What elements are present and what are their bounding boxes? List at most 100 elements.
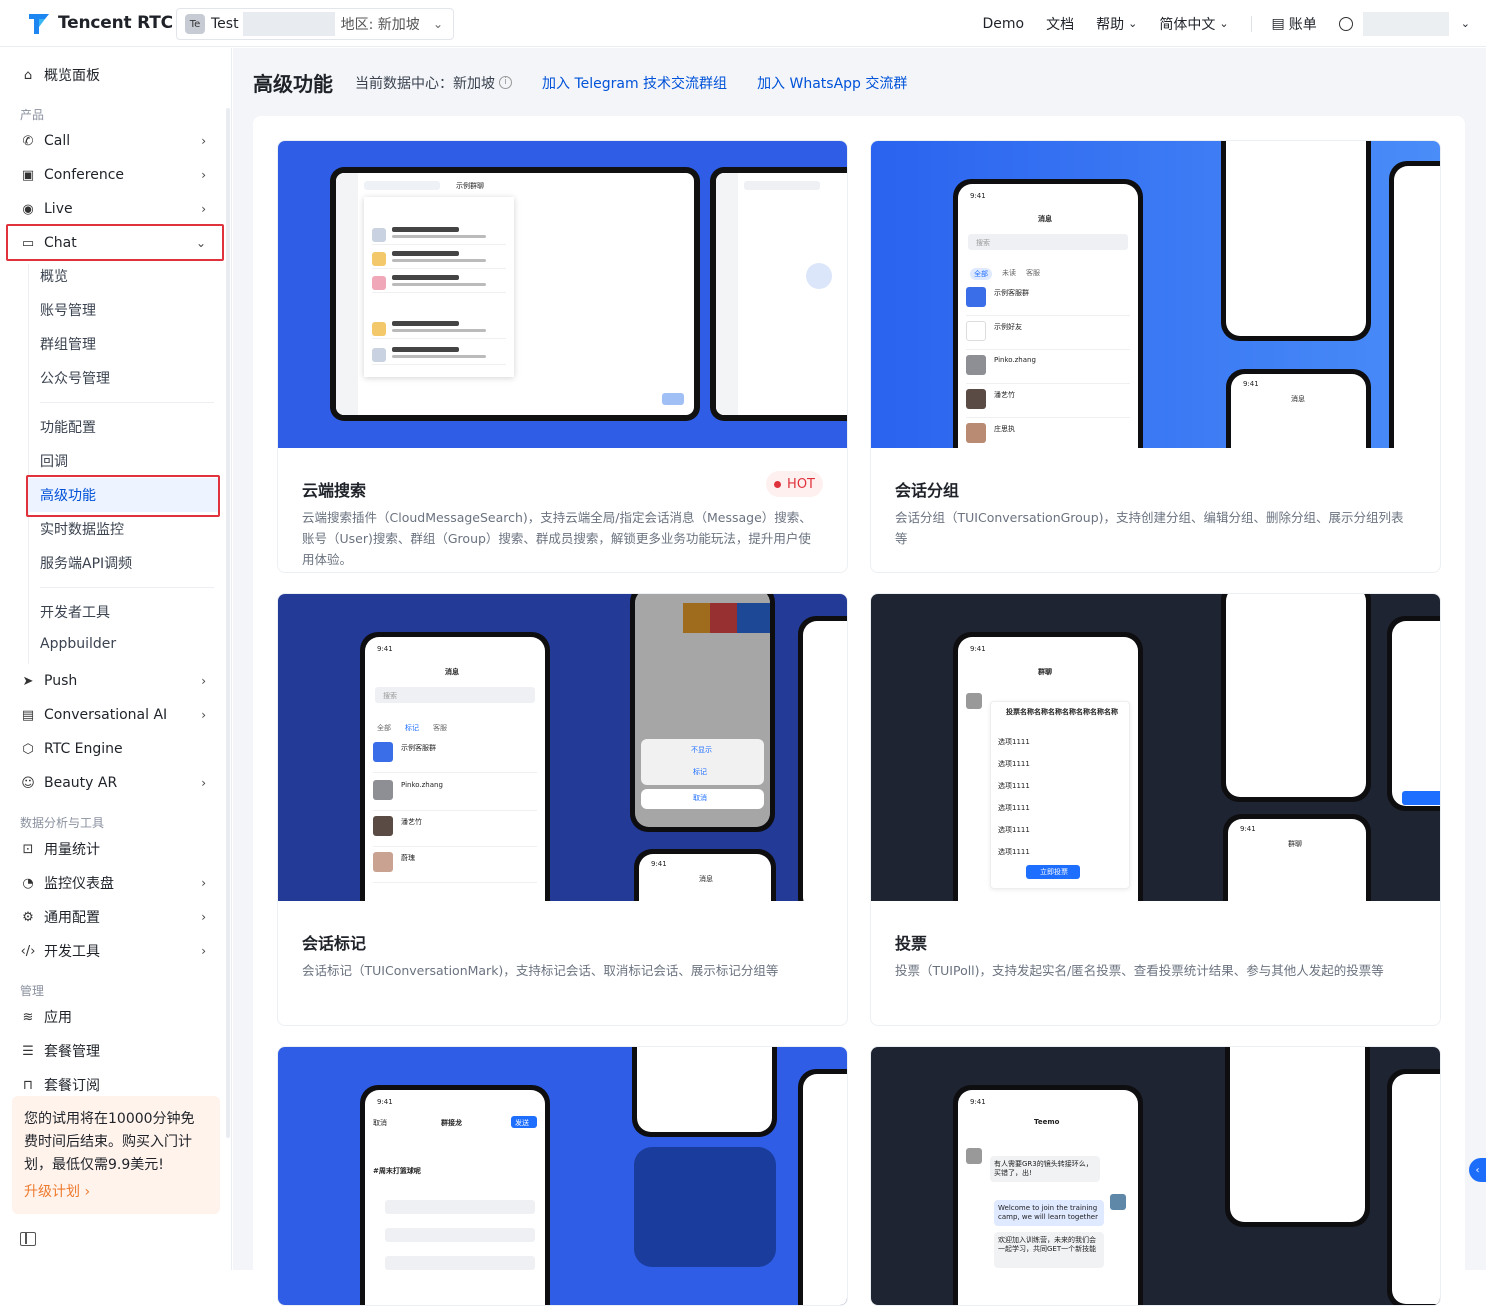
sidebar-item-label: 通用配置 [44,907,100,927]
side-float-chevron-icon[interactable]: ‹ [1469,1158,1486,1182]
chat-sub-devtools[interactable]: 开发者工具 [40,602,110,622]
jielong-title: 群接龙 [441,1118,462,1128]
sidebar-item-conversational-ai[interactable]: ▤Conversational AI› [20,700,216,730]
chevron-down-icon: ⌄ [433,17,443,31]
info-icon[interactable]: i [499,76,512,89]
brand-logo[interactable]: Tencent RTC [26,10,173,36]
sidebar-scrollbar[interactable] [226,108,230,1138]
poll-option: 选项1111 [998,847,1030,857]
phone-time: 9:41 [970,645,986,653]
jielong-send: 发送 [515,1118,529,1128]
contact-name: 示例客服群 [401,743,436,753]
contact-name: 示例好友 [994,322,1022,332]
poll-option: 选项1111 [998,759,1030,769]
telegram-link[interactable]: 加入 Telegram 技术交流群组 [542,73,727,93]
upgrade-label: 升级计划 [24,1184,80,1200]
datacenter-label: 当前数据中心：新加坡 [355,73,495,93]
phone-mockup-3: 9:41 消息 [634,849,776,901]
sidebar-item-packages[interactable]: ☰套餐管理 [20,1036,216,1066]
nav-language[interactable]: 简体中文⌄ [1159,14,1228,34]
sidebar-item-live[interactable]: ◉Live› [20,194,216,224]
sidebar-item-apps[interactable]: ≋应用 [20,1002,216,1032]
redacted-username[interactable] [1363,12,1449,36]
sidebar-item-rtc-engine[interactable]: ⬡RTC Engine [20,734,216,764]
cube-icon: ⬡ [20,741,36,757]
chat-sub-config[interactable]: 功能配置 [40,417,96,437]
app-name: Test [211,16,239,32]
sidebar-item-general-config[interactable]: ⚙通用配置› [20,902,216,932]
nav-docs[interactable]: 文档 [1046,14,1074,34]
highlight-chat [6,224,224,261]
chat-sub-overview[interactable]: 概览 [40,266,68,286]
chevron-right-icon: › [201,776,206,790]
poll-option: 选项1111 [998,781,1030,791]
phone-tab-unread: 未读 [1002,268,1016,278]
collapse-sidebar-icon[interactable] [20,1232,36,1246]
upgrade-link[interactable]: 升级计划 › [24,1181,208,1204]
chat-sub-official[interactable]: 公众号管理 [40,368,110,388]
phone-tab-all: 全部 [970,268,992,280]
sidebar-item-push[interactable]: ➤Push› [20,666,216,696]
feature-card-conversation-group[interactable]: 9:41 消息 搜索 全部 未读 客服 示例客服群 示例好友 Pinko.zha… [870,140,1441,573]
sidebar-item-label: 监控仪表盘 [44,873,114,893]
page-header: 高级功能 当前数据中心：新加坡 i 加入 Telegram 技术交流群组 加入 … [253,68,907,97]
chat-sub-appbuilder[interactable]: Appbuilder [40,636,116,652]
conversation-group-preview: 9:41 消息 搜索 全部 未读 客服 示例客服群 示例好友 Pinko.zha… [871,141,1441,448]
phone-title: 消息 [445,667,459,677]
sheet-mark: 标记 [693,767,707,777]
sidebar-item-call[interactable]: ✆Call› [20,126,216,156]
code-icon: ‹/› [20,943,36,959]
phone-mockup-3: 9:41 群聊 [1223,814,1371,901]
feature-card-poll[interactable]: 9:41 群聊 投票名称名称名称名称名称名称名称 选项1111 选项1111 选… [870,593,1441,1026]
chat-message: 欢迎加入训练营，未来的我们会一起学习，共同GET一个新技能 [998,1236,1102,1254]
nav-help[interactable]: 帮助⌄ [1096,14,1137,34]
chevron-down-icon: ⌄ [1128,17,1137,30]
chat-sub-api-freq[interactable]: 服务端API调频 [40,553,132,573]
chat-sub-accounts[interactable]: 账号管理 [40,300,96,320]
conversation-mark-preview: 9:41 消息 搜索 全部 标记 客服 示例客服群 Pinko.zhang 潘艺… [278,594,848,901]
phone-mockup: 9:41 群聊 投票名称名称名称名称名称名称名称 选项1111 选项1111 选… [953,632,1143,901]
phone-tab-all: 全部 [377,723,391,733]
phone-title: 群聊 [1038,667,1052,677]
jielong-topic: #周末打篮球呢 [373,1166,421,1176]
chevron-right-icon: › [201,168,206,182]
submenu-guide [28,264,29,664]
nav-language-label: 简体中文 [1159,14,1215,34]
feature-card-conversation-mark[interactable]: 9:41 消息 搜索 全部 标记 客服 示例客服群 Pinko.zhang 潘艺… [277,593,848,1026]
phone-mockup-2 [1225,1047,1370,1227]
phone-search: 搜索 [383,691,397,701]
page-title: 高级功能 [253,68,333,97]
sidebar-item-overview[interactable]: ⌂概览面板 [20,60,216,90]
user-icon[interactable] [1339,17,1353,31]
sidebar-item-beauty-ar[interactable]: ☺Beauty AR› [20,768,216,798]
nav-right: Demo 文档 帮助⌄ 简体中文⌄ ▤账单 ⌄ [983,0,1486,47]
feature-card-cloud-search[interactable]: 示例群聊 [277,140,848,573]
sidebar-item-dev-tools[interactable]: ‹/› 开发工具 › [20,936,216,966]
chevron-right-icon: › [201,944,206,958]
bill-icon: ▤ [1272,16,1285,32]
app-switcher[interactable]: Te Test 地区: 新加坡 ⌄ [176,8,454,40]
sidebar-item-dashboard[interactable]: ◔监控仪表盘› [20,868,216,898]
feature-card-chat-messages[interactable]: 9:41 Teemo 有人需要GR3的镜头转接环么，买错了，出! Welcome… [870,1046,1441,1306]
contact-name: Pinko.zhang [994,356,1036,364]
feature-card-group-jielong[interactable]: 9:41 取消 群接龙 发送 #周末打篮球呢 [277,1046,848,1306]
whatsapp-link[interactable]: 加入 WhatsApp 交流群 [757,73,907,93]
nav-billing[interactable]: ▤账单 [1272,14,1317,34]
region-label: 地区: 新加坡 [341,14,420,34]
card-title: 云端搜索 [302,477,366,501]
sheet-hide: 不显示 [691,745,712,755]
chevron-down-icon[interactable]: ⌄ [1461,17,1470,30]
sidebar-item-label: Live [44,201,73,217]
sidebar-item-conference[interactable]: ▣Conference› [20,160,216,190]
phone-mockup: 9:41 消息 搜索 全部 未读 客服 示例客服群 示例好友 Pinko.zha… [953,179,1143,448]
nav-demo[interactable]: Demo [983,16,1025,32]
promo-text: 您的试用将在10000分钟免费时间后结束。购买入门计划，最低仅需9.9美元! [24,1108,208,1177]
chat-sub-groups[interactable]: 群组管理 [40,334,96,354]
sidebar-item-usage[interactable]: ⊡用量统计 [20,834,216,864]
chat-sub-callback[interactable]: 回调 [40,451,68,471]
sidebar-item-label: 开发工具 [44,941,100,961]
chat-sub-monitor[interactable]: 实时数据监控 [40,519,124,539]
phone-time: 9:41 [1243,380,1259,388]
sidebar-item-label: 套餐管理 [44,1041,100,1061]
feature-panel: 示例群聊 [253,116,1465,1296]
